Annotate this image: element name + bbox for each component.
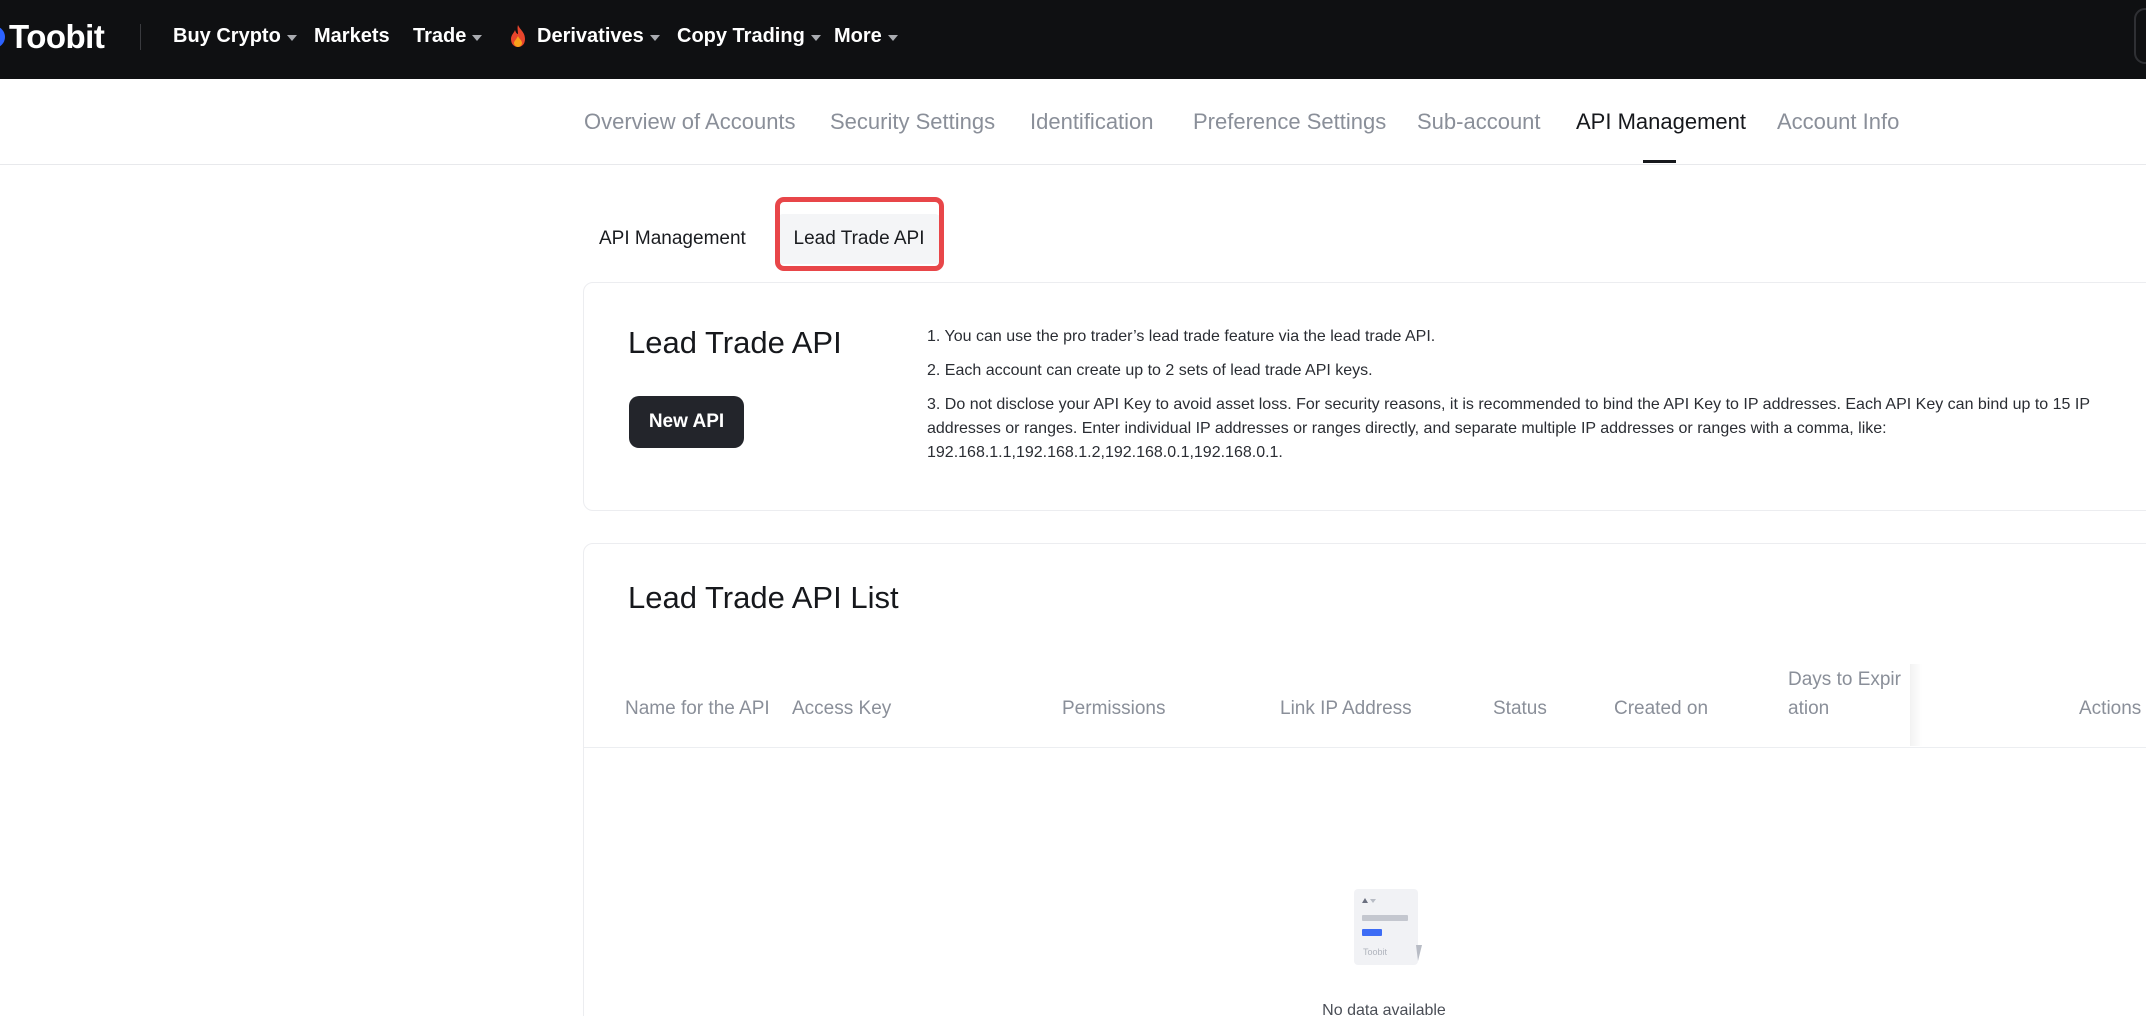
empty-data-icon: Toobit <box>1354 889 1422 965</box>
logo-mark-icon <box>0 26 5 48</box>
lead-trade-notes: 1. You can use the pro trader’s lead tra… <box>927 325 2146 475</box>
subtab-api-management[interactable]: API Management <box>599 214 746 264</box>
nav-buy-crypto[interactable]: Buy Crypto <box>173 22 297 50</box>
caret-down-icon <box>649 34 660 41</box>
subtab-lead-trade-api[interactable]: Lead Trade API <box>777 214 941 264</box>
top-navigation: Toobit Buy Crypto Markets Trade Derivati… <box>0 0 2146 79</box>
api-list-title: Lead Trade API List <box>628 580 899 615</box>
tab-account-info[interactable]: Account Info <box>1777 109 1899 135</box>
header-divider <box>584 747 2146 748</box>
nav-label: Copy Trading <box>677 24 805 47</box>
tab-overview-of-accounts[interactable]: Overview of Accounts <box>584 109 796 135</box>
column-header: Actions <box>2079 698 2142 719</box>
active-tab-indicator <box>1643 160 1676 163</box>
lead-trade-info-card: Lead Trade API New API 1. You can use th… <box>583 282 2146 511</box>
tab-api-management[interactable]: API Management <box>1576 109 1746 135</box>
nav-derivatives[interactable]: Derivatives <box>508 22 660 50</box>
api-list-card: Lead Trade API List Name for the API Acc… <box>583 543 2146 1016</box>
account-tabs: Overview of Accounts Security Settings I… <box>0 79 2146 165</box>
new-api-button[interactable]: New API <box>629 396 744 448</box>
note-item: 2. Each account can create up to 2 sets … <box>927 362 1373 379</box>
note-item: 1. You can use the pro trader’s lead tra… <box>927 328 1436 345</box>
tab-sub-account[interactable]: Sub-account <box>1417 109 1541 135</box>
tab-identification[interactable]: Identification <box>1030 109 1154 135</box>
column-header: Permissions <box>1062 698 1166 719</box>
nav-label: Buy Crypto <box>173 24 281 47</box>
nav-label: More <box>834 24 882 47</box>
nav-more[interactable]: More <box>834 22 898 50</box>
nav-label: Trade <box>413 24 467 47</box>
caret-down-icon <box>472 34 483 41</box>
nav-trade[interactable]: Trade <box>413 22 483 50</box>
column-header: Name for the API <box>625 698 770 719</box>
nav-copy-trading[interactable]: Copy Trading <box>677 22 821 50</box>
empty-state-text: No data available <box>1322 1002 1446 1016</box>
column-header: Link IP Address <box>1280 698 1412 719</box>
empty-icon-label: Toobit <box>1363 947 1388 957</box>
note-item: 3. Do not disclose your API Key to avoid… <box>927 396 2090 461</box>
nav-action-button[interactable] <box>2134 8 2146 64</box>
caret-down-icon <box>286 34 297 41</box>
fire-icon <box>511 25 525 47</box>
tab-preference-settings[interactable]: Preference Settings <box>1193 109 1386 135</box>
tab-security-settings[interactable]: Security Settings <box>830 109 995 135</box>
logo-text: Toobit <box>9 18 105 55</box>
column-header: Status <box>1493 698 1547 719</box>
lead-trade-title: Lead Trade API <box>628 325 842 360</box>
nav-markets[interactable]: Markets <box>314 22 390 50</box>
caret-down-icon <box>810 34 821 41</box>
column-header: Created on <box>1614 698 1709 719</box>
nav-label: Derivatives <box>537 24 644 47</box>
sticky-column-shadow <box>1910 664 1922 746</box>
nav-divider <box>140 24 141 50</box>
column-header: Days to Expiration <box>1788 669 1901 719</box>
column-header: Access Key <box>792 698 892 719</box>
toobit-logo[interactable]: Toobit <box>0 18 105 55</box>
caret-down-icon <box>887 34 898 41</box>
nav-label: Markets <box>314 24 390 47</box>
